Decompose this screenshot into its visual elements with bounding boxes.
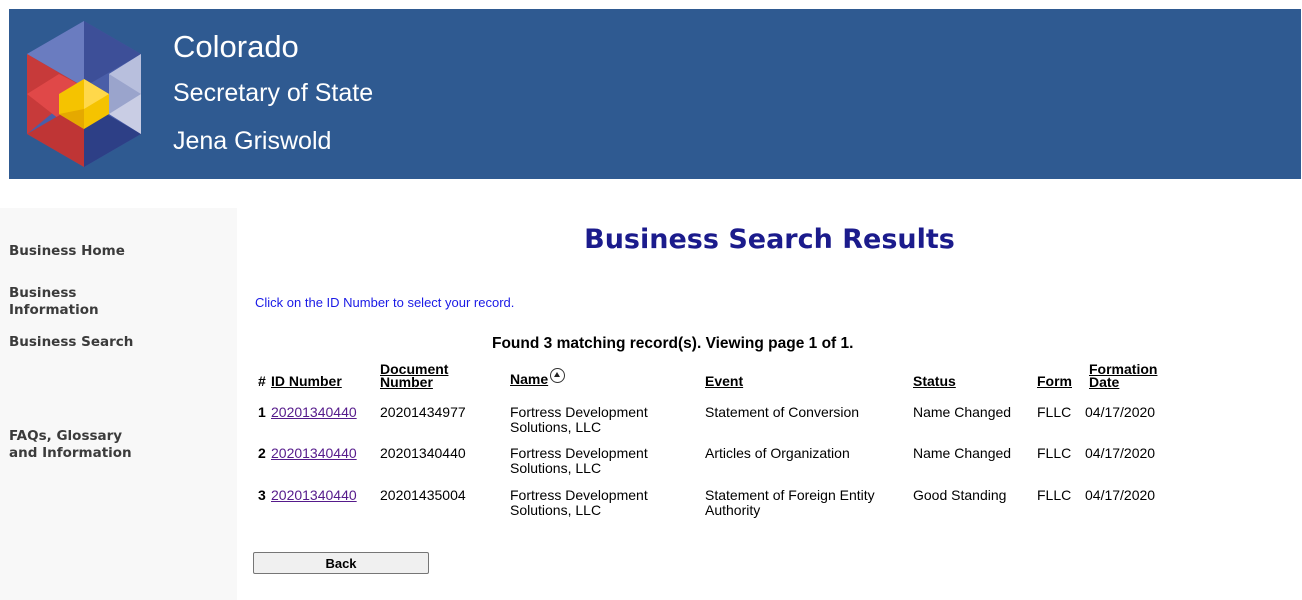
col-header-form: Form	[1037, 373, 1072, 389]
nav-business-search[interactable]: Business Search	[9, 334, 133, 351]
col-header-document: Document Number	[380, 361, 449, 390]
formation-date: 04/17/2020	[1085, 445, 1156, 461]
document-number: 20201434977	[380, 404, 466, 420]
status: Name Changed	[913, 445, 1012, 461]
form-type: FLLC	[1037, 404, 1072, 420]
id-number-link[interactable]: 20201340440	[271, 488, 357, 503]
formation-date: 04/17/2020	[1085, 404, 1156, 420]
id-number-link[interactable]: 20201340440	[271, 405, 357, 420]
col-header-name-wrap: Name	[510, 368, 566, 387]
col-header-formation-date: Formation Date	[1089, 361, 1158, 390]
row-number: 2	[258, 445, 266, 461]
col-header-id: ID Number	[271, 373, 342, 389]
sidebar: Business Home Business Information Busin…	[0, 208, 237, 600]
entity-name: Fortress Development Solutions, LLC	[510, 404, 648, 435]
banner-official: Jena Griswold	[173, 127, 332, 155]
event-name: Articles of Organization	[705, 445, 850, 461]
event-name: Statement of Foreign Entity Authority	[705, 487, 875, 518]
nav-business-home[interactable]: Business Home	[9, 243, 125, 260]
banner-office: Secretary of State	[173, 79, 374, 107]
status: Name Changed	[913, 404, 1012, 420]
formation-date: 04/17/2020	[1085, 487, 1156, 503]
page-title: Business Search Results	[584, 224, 955, 255]
col-header-event: Event	[705, 373, 744, 389]
entity-name: Fortress Development Solutions, LLC	[510, 487, 648, 518]
document-number: 20201435004	[380, 487, 466, 503]
entity-name: Fortress Development Solutions, LLC	[510, 445, 648, 476]
instruction-text: Click on the ID Number to select your re…	[255, 295, 515, 310]
event-name: Statement of Conversion	[705, 404, 860, 420]
back-button[interactable]: Back	[253, 552, 429, 574]
nav-faqs-glossary[interactable]: FAQs, Glossary and Information	[9, 428, 149, 462]
col-header-num: #	[258, 373, 266, 389]
document-number: 20201340440	[380, 445, 466, 461]
sort-ascending-icon[interactable]	[550, 368, 566, 383]
nav-business-information[interactable]: Business Information	[9, 285, 119, 319]
banner-state: Colorado	[173, 29, 299, 64]
id-number-link[interactable]: 20201340440	[271, 446, 357, 461]
header-banner: Colorado Secretary of State Jena Griswol…	[9, 9, 1301, 179]
form-type: FLLC	[1037, 487, 1072, 503]
col-header-name[interactable]: Name	[510, 371, 548, 387]
colorado-logo	[27, 21, 141, 167]
row-number: 3	[258, 487, 266, 503]
col-header-status: Status	[913, 373, 956, 389]
row-number: 1	[258, 404, 266, 420]
results-summary: Found 3 matching record(s). Viewing page…	[492, 335, 854, 352]
form-type: FLLC	[1037, 445, 1072, 461]
status: Good Standing	[913, 487, 1007, 503]
